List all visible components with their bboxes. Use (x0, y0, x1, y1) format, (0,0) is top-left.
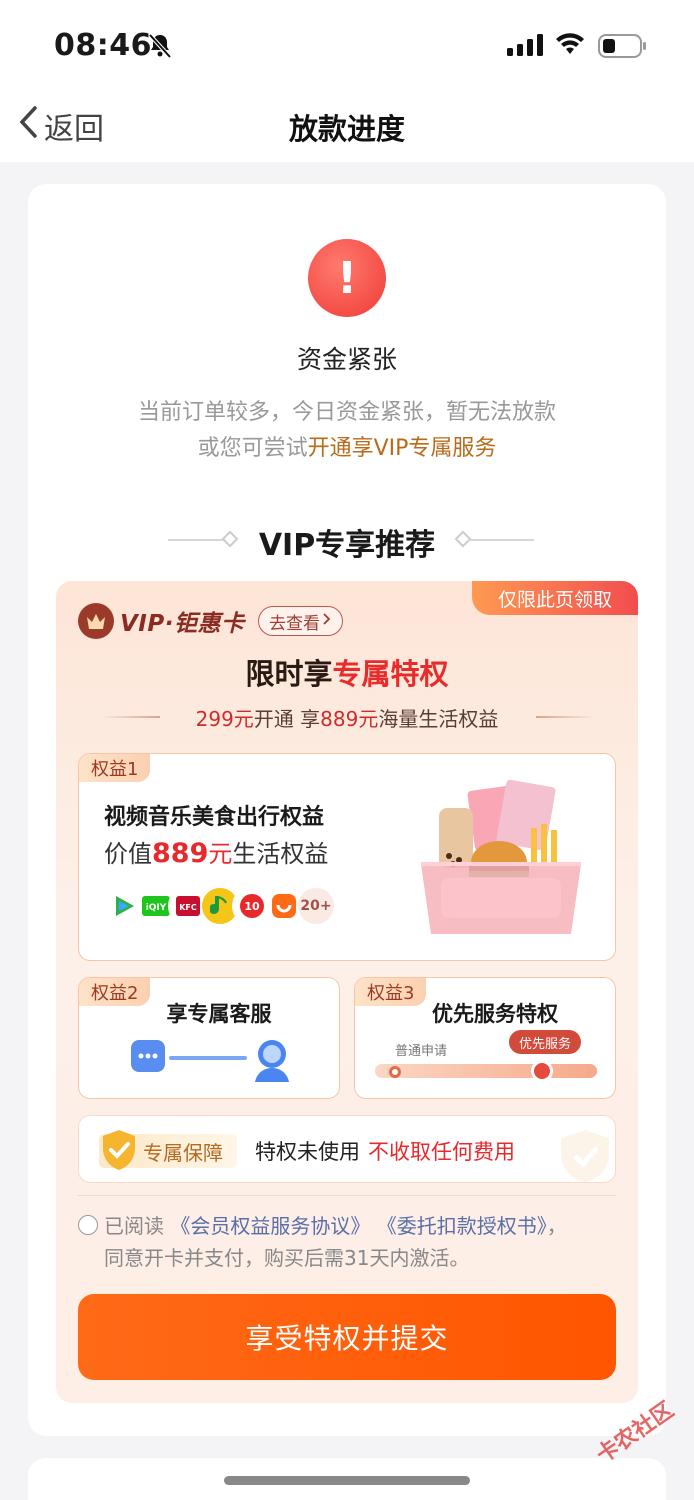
value: 889元 (320, 707, 379, 731)
benefit-1-title: 视频音乐美食出行权益 (104, 805, 325, 830)
wifi-icon (555, 32, 585, 60)
signal-icon (507, 34, 543, 60)
price: 299元 (195, 707, 254, 731)
chevron-right-icon (322, 611, 332, 631)
vip-service-link[interactable]: 开通享VIP专属服务 (308, 436, 497, 461)
exclamation-icon: ! (308, 239, 386, 317)
guarantee-text: 特权未使用 不收取任何费用 (255, 1136, 515, 1166)
customer-service-icon (127, 1036, 297, 1090)
vip-brand: VIP·钜惠卡 (120, 611, 245, 637)
svg-text:KFC: KFC (179, 903, 197, 912)
agreement-prefix: 已阅读 (104, 1214, 164, 1238)
svg-text:iQIY: iQIY (146, 903, 167, 913)
agreement-line-1: 已阅读 《会员权益服务协议》 《委托扣款授权书》， (104, 1210, 567, 1239)
status-message: 当前订单较多，今日资金紧张，暂无法放款 (137, 400, 556, 425)
benefit-tag: 权益1 (79, 754, 151, 782)
progress-start-dot (389, 1066, 401, 1078)
benefit-1-value: 价值889元生活权益 (104, 834, 328, 869)
value-suffix: 生活权益 (232, 840, 329, 868)
status-bar: 08:46 (0, 0, 694, 90)
nav-bar: 返回 放款进度 (0, 90, 694, 162)
promo-highlight: 专属特权 (332, 657, 449, 691)
benefit-2-card[interactable]: 权益2 享专属客服 (78, 977, 340, 1099)
benefit-3-card[interactable]: 权益3 优先服务特权 普通申请 优先服务 (354, 977, 616, 1099)
divider-right (468, 539, 534, 541)
priority-badge: 优先服务 (509, 1030, 582, 1054)
value-prefix: 价值 (104, 840, 152, 868)
agreement-line-2: 同意开卡并支付，购买后需31天内激活。 (104, 1246, 470, 1270)
guarantee-free: 不收取任何费用 (368, 1140, 515, 1164)
progress-track (375, 1064, 597, 1078)
submit-button[interactable]: 享受特权并提交 (78, 1294, 616, 1380)
bell-muted-icon (148, 33, 172, 63)
status-title: 资金紧张 (296, 345, 397, 374)
deco-line-right (536, 716, 596, 718)
benefit-2-title: 享专属客服 (166, 1002, 272, 1026)
value-number: 889 (152, 838, 209, 869)
more-apps-badge: 20+ (296, 886, 336, 926)
recommend-title: VIP专享推荐 (258, 528, 436, 563)
vip-panel: 仅限此页领取 VIP·钜惠卡 去查看 限时享专属特权 299元开通 享889元海… (56, 581, 638, 1403)
agree-checkbox[interactable] (78, 1215, 98, 1235)
guarantee-bar: 专属保障 特权未使用 不收取任何费用 (78, 1115, 616, 1183)
home-indicator (224, 1476, 470, 1485)
sub-suffix: 海量生活权益 (378, 707, 499, 731)
benefit-3-title: 优先服务特权 (432, 1002, 558, 1026)
value-unit: 元 (208, 840, 233, 868)
shield-check-icon (99, 1128, 139, 1176)
shield-watermark-icon (555, 1128, 615, 1182)
promo-title: 限时享专属特权 (56, 651, 638, 693)
limited-ribbon: 仅限此页领取 (472, 581, 638, 615)
vip-logo: VIP·钜惠卡 (78, 603, 244, 639)
normal-apply-label: 普通申请 (395, 1044, 448, 1059)
status-time: 08:46 (54, 28, 152, 63)
battery-icon (598, 34, 648, 62)
membership-agreement-link[interactable]: 《会员权益服务协议》 (170, 1214, 370, 1238)
page-title: 放款进度 (288, 112, 405, 146)
crown-icon (78, 603, 114, 639)
sub-mid: 开通 享 (253, 707, 321, 731)
gift-basket-image (401, 768, 601, 954)
guarantee-main: 特权未使用 (255, 1140, 360, 1164)
status-suggestion: 或您可尝试开通享VIP专属服务 (28, 430, 666, 462)
app-icon-row: iQIY KFC 10 20+ (104, 886, 336, 926)
promo-prefix: 限时享 (245, 657, 333, 691)
agreement-suffix: ， (546, 1214, 567, 1238)
debit-authorization-link[interactable]: 《委托扣款授权书》 (377, 1214, 547, 1238)
divider (78, 1195, 616, 1196)
suggestion-text: 或您可尝试 (197, 436, 308, 461)
rocket-icon (531, 1060, 553, 1082)
view-label: 去查看 (269, 613, 320, 634)
svg-text:10: 10 (244, 900, 260, 913)
benefit-1-card[interactable]: 权益1 视频音乐美食出行权益 价值889元生活权益 iQIY KFC 10 20… (78, 753, 616, 961)
main-card: ! 资金紧张 当前订单较多，今日资金紧张，暂无法放款 或您可尝试开通享VIP专属… (28, 184, 666, 1436)
view-button[interactable]: 去查看 (258, 606, 343, 636)
